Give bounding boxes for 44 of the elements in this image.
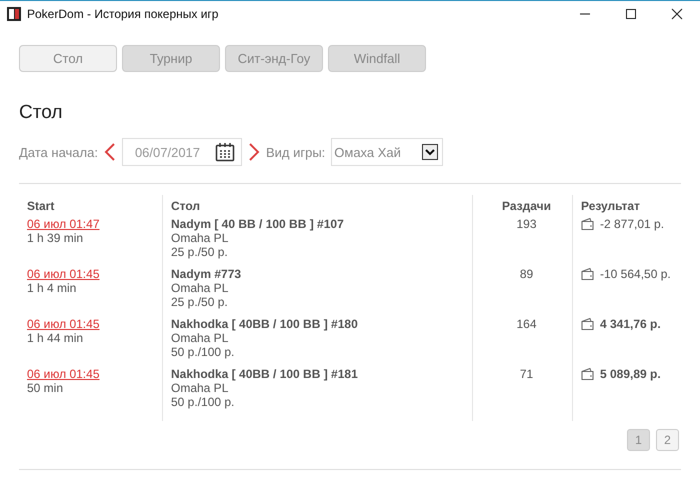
section-heading: Стол	[19, 102, 64, 124]
stakes-text: 50 р./100 р.	[171, 345, 234, 359]
start-time-link[interactable]: 06 июл 01:45	[27, 267, 100, 281]
duration-text: 1 h 39 min	[27, 231, 84, 245]
column-header: Стол	[171, 199, 202, 215]
result-amount: -10 564,50 р.	[600, 267, 671, 281]
hands-count: 193	[516, 217, 537, 231]
game-text: Omaha PL	[171, 331, 228, 345]
table-name: Nakhodka [ 40BB / 100 BB ] #180	[171, 317, 358, 331]
column-header: Результат	[581, 199, 641, 215]
page-button[interactable]: 2	[656, 429, 679, 451]
game-type-dropdown[interactable]: Омаха Хай	[331, 138, 444, 166]
stakes-text: 25 р./50 р.	[171, 245, 228, 259]
tab[interactable]: Турнир	[122, 45, 220, 72]
game-type-label: Вид игры:	[266, 144, 326, 160]
table-name: Nakhodka [ 40BB / 100 BB ] #181	[171, 367, 358, 381]
tab[interactable]: Стол	[19, 45, 117, 72]
duration-text: 1 h 44 min	[27, 331, 84, 345]
table-name: Nadym #773	[171, 267, 242, 281]
game-text: Omaha PL	[171, 281, 228, 295]
column-header: Раздачи	[501, 199, 552, 215]
window-title: PokerDom - История покерных игр	[27, 7, 220, 21]
stakes-text: 25 р./50 р.	[171, 295, 228, 309]
tab[interactable]: Windfall	[328, 45, 426, 72]
start-time-link[interactable]: 06 июл 01:45	[27, 317, 100, 331]
start-time-link[interactable]: 06 июл 01:47	[27, 217, 100, 231]
hands-count: 71	[520, 367, 534, 381]
column-header: Start	[27, 199, 56, 215]
hands-count: 89	[520, 267, 534, 281]
game-text: Omaha PL	[171, 381, 228, 395]
stakes-text: 50 р./100 р.	[171, 395, 234, 409]
hands-count: 164	[516, 317, 537, 331]
date-field[interactable]: 06/07/2017	[122, 138, 242, 166]
date-label: Дата начала:	[19, 144, 98, 160]
table-name: Nadym [ 40 BB / 100 BB ] #107	[171, 217, 344, 231]
result-amount: 5 089,89 р.	[600, 367, 661, 381]
duration-text: 50 min	[27, 381, 64, 395]
result-amount: -2 877,01 р.	[600, 217, 664, 231]
tab[interactable]: Сит-энд-Гоу	[225, 45, 323, 72]
page-button[interactable]: 1	[627, 429, 650, 451]
game-text: Omaha PL	[171, 231, 228, 245]
result-amount: 4 341,76 р.	[600, 317, 661, 331]
duration-text: 1 h 4 min	[27, 281, 76, 295]
start-time-link[interactable]: 06 июл 01:45	[27, 367, 100, 381]
